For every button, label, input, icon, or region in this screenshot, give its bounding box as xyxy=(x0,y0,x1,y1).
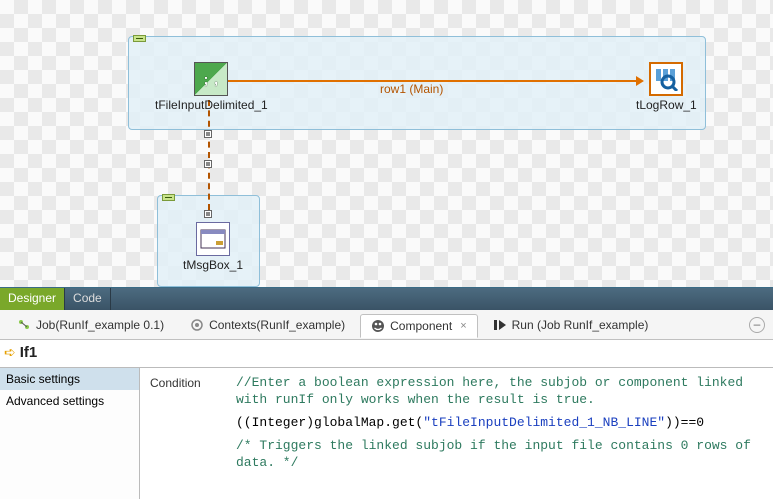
code-comment: /* Triggers the linked subjob if the inp… xyxy=(236,437,763,471)
tab-code[interactable]: Code xyxy=(65,288,111,310)
editor-mode-tabs: Designer Code xyxy=(0,288,773,310)
connector-icon xyxy=(204,210,212,218)
close-icon[interactable]: × xyxy=(460,320,466,332)
tab-advanced-settings[interactable]: Advanced settings xyxy=(0,390,139,412)
component-tfileinputdelimited[interactable]: ; , tFileInputDelimited_1 xyxy=(155,62,268,112)
connection-name: If1 xyxy=(20,344,38,361)
collapse-handle-icon[interactable] xyxy=(133,35,146,42)
tab-designer[interactable]: Designer xyxy=(0,288,65,310)
component-label: tLogRow_1 xyxy=(636,98,697,112)
code-comment: //Enter a boolean expression here, the s… xyxy=(236,374,763,408)
collapse-handle-icon[interactable] xyxy=(162,194,175,201)
job-icon xyxy=(17,318,31,332)
contexts-icon xyxy=(190,318,204,332)
msgbox-icon xyxy=(196,222,230,256)
connection-if1[interactable] xyxy=(208,100,210,210)
tab-job[interactable]: Job(RunIf_example 0.1) xyxy=(6,313,175,337)
component-tmsgbox[interactable]: tMsgBox_1 xyxy=(183,222,243,272)
tab-basic-settings[interactable]: Basic settings xyxy=(0,368,139,390)
property-content: Condition //Enter a boolean expression h… xyxy=(140,368,773,499)
tab-component[interactable]: Component × xyxy=(360,314,477,338)
design-canvas[interactable]: row1 (Main) ; , tFileInputDelimited_1 tL… xyxy=(0,0,773,288)
component-label: tMsgBox_1 xyxy=(183,258,243,272)
tab-label: Component xyxy=(390,319,452,333)
component-label: tFileInputDelimited_1 xyxy=(155,98,268,112)
condition-label: Condition xyxy=(150,374,220,493)
tab-label: Contexts(RunIf_example) xyxy=(209,318,345,332)
property-panel: Basic settings Advanced settings Conditi… xyxy=(0,368,773,499)
tab-label: Job(RunIf_example 0.1) xyxy=(36,318,164,332)
component-tlogrow[interactable]: tLogRow_1 xyxy=(636,62,697,112)
arrow-icon: ➪ xyxy=(4,344,16,361)
tab-run[interactable]: Run (Job RunIf_example) xyxy=(482,313,660,337)
condition-expression-input[interactable]: //Enter a boolean expression here, the s… xyxy=(236,374,763,493)
component-icon xyxy=(371,319,385,333)
connection-row1-label: row1 (Main) xyxy=(380,82,443,96)
connector-icon xyxy=(204,160,212,168)
delimited-file-icon: ; , xyxy=(194,62,228,96)
property-view-title: ➪ If1 xyxy=(0,340,773,368)
run-icon xyxy=(493,318,507,332)
property-category-list: Basic settings Advanced settings xyxy=(0,368,140,499)
tab-contexts[interactable]: Contexts(RunIf_example) xyxy=(179,313,356,337)
code-expression-line: ((Integer)globalMap.get("tFileInputDelim… xyxy=(236,414,763,431)
tab-label: Run (Job RunIf_example) xyxy=(512,318,649,332)
connector-icon xyxy=(204,130,212,138)
logrow-icon xyxy=(649,62,683,96)
views-tabbar: Job(RunIf_example 0.1) Contexts(RunIf_ex… xyxy=(0,310,773,340)
minimize-view-button[interactable]: – xyxy=(749,317,765,333)
